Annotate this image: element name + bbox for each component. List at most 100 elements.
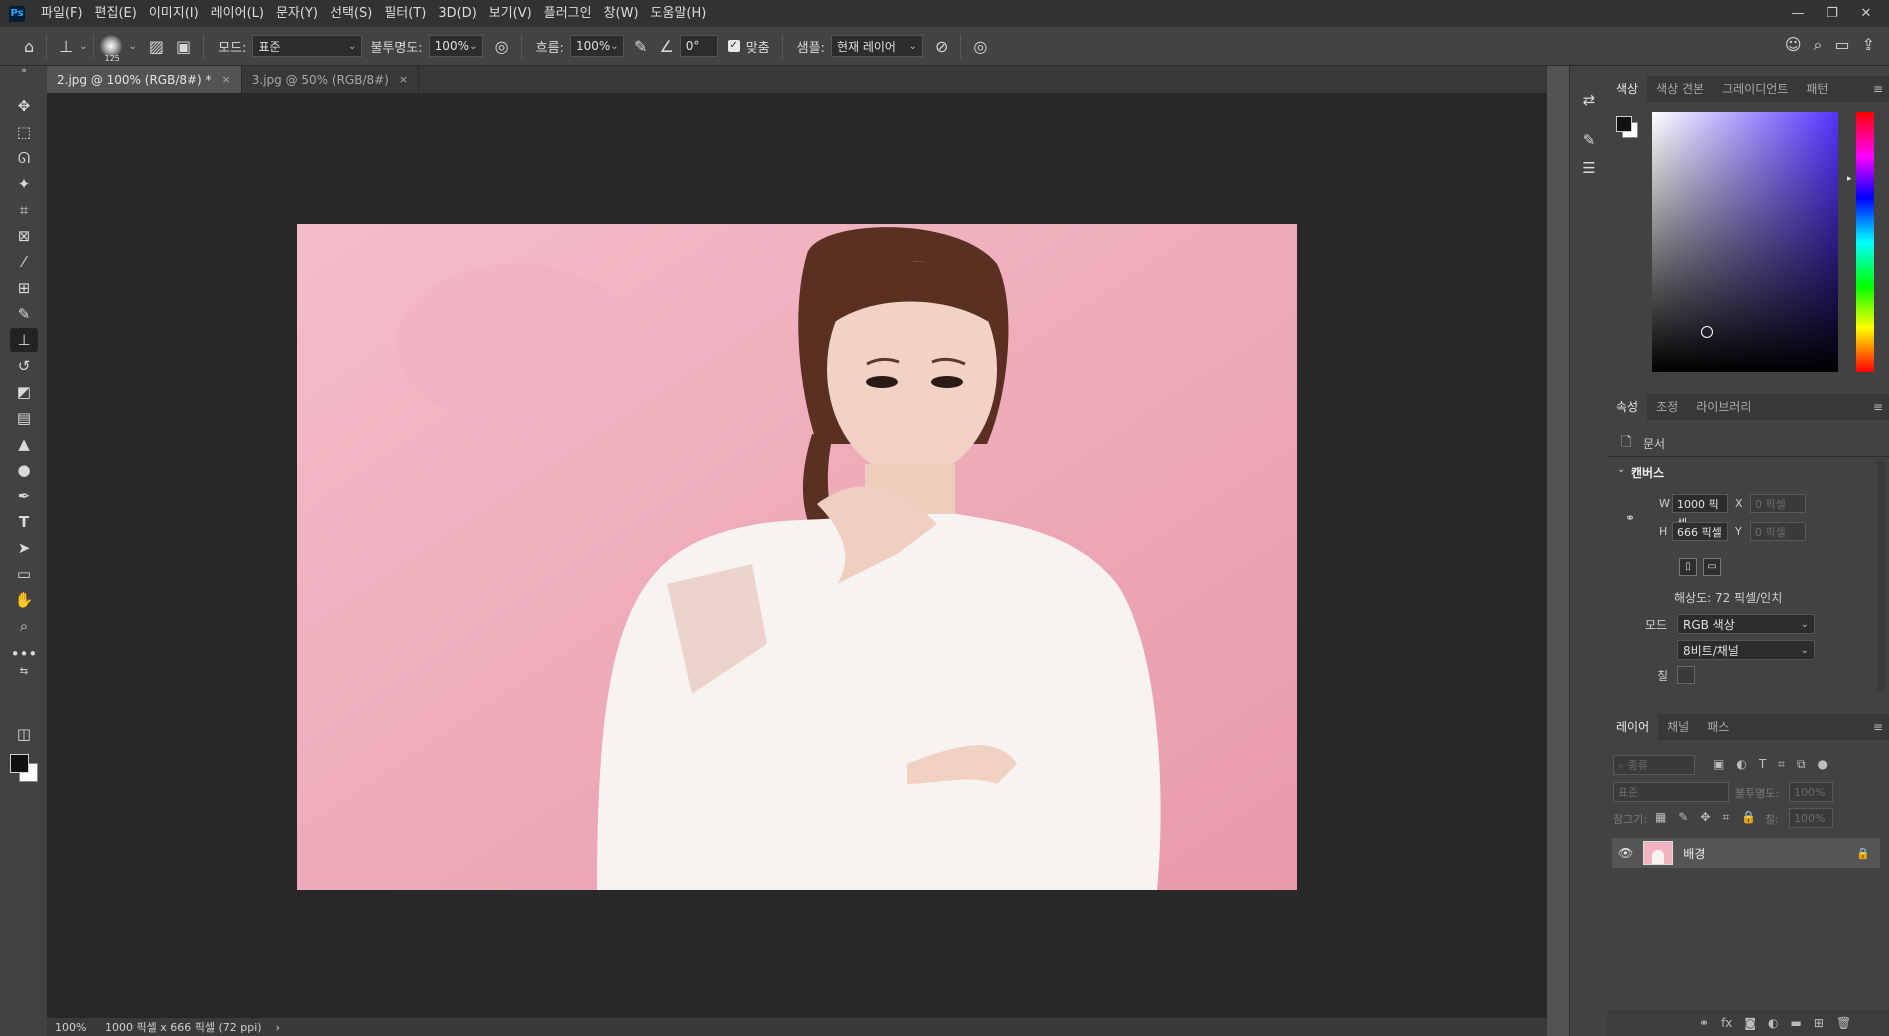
search-icon[interactable]: ⌕ [1814, 35, 1823, 55]
zoom-tool-icon[interactable]: ⌕ [10, 614, 38, 638]
layer-filter-select[interactable]: ⌕ 종류 [1613, 755, 1695, 775]
new-group-icon[interactable]: ▬ [1791, 1016, 1802, 1030]
bit-depth-select[interactable]: 8비트/채널 ⌄ [1677, 640, 1815, 660]
delete-layer-icon[interactable]: 🗑 [1836, 1016, 1851, 1030]
panel-menu-icon[interactable]: ≡ [1873, 720, 1883, 734]
blur-tool-icon[interactable]: ▲ [10, 432, 38, 456]
tab-2jpg[interactable]: 2.jpg @ 100% (RGB/8#) * × [47, 66, 242, 93]
y-field[interactable]: 0 픽셀 [1750, 522, 1806, 541]
panel-menu-icon[interactable]: ≡ [1873, 400, 1883, 414]
tab-channels[interactable]: 채널 [1658, 714, 1698, 740]
layer-opacity-field[interactable]: 100% [1789, 782, 1833, 802]
filter-shape-icon[interactable]: ⌗ [1778, 757, 1785, 772]
color-picker-field[interactable] [1652, 112, 1838, 372]
panel-menu-icon[interactable]: ≡ [1873, 82, 1883, 96]
lasso-tool-icon[interactable]: ᘏ [10, 146, 38, 170]
lock-pixels-icon[interactable]: ✎ [1678, 810, 1688, 825]
menu-image[interactable]: 이미지(I) [143, 0, 205, 27]
portrait-orientation-icon[interactable]: ▯ [1679, 558, 1697, 576]
hand-tool-icon[interactable]: ✋ [10, 588, 38, 612]
menu-file[interactable]: 파일(F) [35, 0, 89, 27]
color-panel-fg-swatch[interactable] [1616, 116, 1632, 132]
lock-all-icon[interactable]: 🔒 [1741, 810, 1756, 825]
brush-tool-icon[interactable]: ✎ [10, 302, 38, 326]
minimize-button[interactable]: — [1781, 0, 1815, 27]
x-field[interactable]: 0 픽셀 [1750, 494, 1806, 513]
tab-libraries[interactable]: 라이브러리 [1687, 394, 1760, 420]
height-field[interactable]: 666 픽셀 [1672, 522, 1728, 541]
dodge-tool-icon[interactable]: ● [10, 458, 38, 482]
tab-paths[interactable]: 패스 [1698, 714, 1738, 740]
pressure-size-icon[interactable]: ◎ [973, 37, 987, 56]
lock-position-icon[interactable]: ✥ [1700, 810, 1710, 825]
eraser-tool-icon[interactable]: ◩ [10, 380, 38, 404]
menu-type[interactable]: 문자(Y) [270, 0, 324, 27]
color-mode-select[interactable]: RGB 색상 ⌄ [1677, 614, 1815, 634]
more-tools-icon[interactable]: ••• [10, 642, 38, 666]
layer-fill-field[interactable]: 100% [1789, 808, 1833, 828]
sample-select[interactable]: 현재 레이어 ⌄ [830, 35, 923, 57]
menu-plugins[interactable]: 플러그인 [538, 0, 598, 27]
clone-source-icon[interactable]: ▣ [176, 37, 191, 56]
adjustment-layer-icon[interactable]: ◐ [1768, 1016, 1778, 1030]
link-layers-icon[interactable]: ⚭ [1699, 1016, 1709, 1030]
gradient-tool-icon[interactable]: ▤ [10, 406, 38, 430]
hue-slider-handle-icon[interactable]: ▸ [1847, 174, 1852, 184]
close-icon[interactable]: × [399, 73, 408, 86]
hue-slider[interactable] [1856, 112, 1874, 372]
fill-color-swatch[interactable] [1677, 666, 1695, 684]
menu-window[interactable]: 창(W) [598, 0, 645, 27]
collapse-arrows-icon[interactable]: » [10, 66, 38, 76]
brush-preview[interactable]: 125 [100, 35, 123, 63]
move-tool-icon[interactable]: ✥ [10, 94, 38, 118]
share-icon[interactable]: ⇪ [1862, 35, 1875, 55]
status-arrow-icon[interactable]: › [276, 1021, 280, 1034]
home-icon[interactable]: ⌂ [24, 37, 34, 56]
path-selection-tool-icon[interactable]: ➤ [10, 536, 38, 560]
new-layer-icon[interactable]: ⊞ [1814, 1016, 1824, 1030]
brush-settings-icon[interactable]: ▨ [149, 37, 164, 56]
tab-color[interactable]: 색상 [1607, 76, 1648, 102]
menu-layer[interactable]: 레이어(L) [205, 0, 270, 27]
quick-mask-icon[interactable]: ◫ [10, 722, 38, 746]
restore-button[interactable]: ❐ [1815, 0, 1849, 27]
document-canvas-image[interactable] [297, 224, 1297, 890]
crop-tool-icon[interactable]: ⌗ [10, 198, 38, 222]
tab-swatches[interactable]: 색상 견본 [1647, 76, 1713, 102]
color-picker-cursor[interactable] [1701, 326, 1713, 338]
layer-mask-icon[interactable]: ◙ [1744, 1016, 1756, 1030]
visibility-eye-icon[interactable]: 👁 [1618, 846, 1633, 860]
airbrush-icon[interactable]: ✎ [634, 37, 647, 56]
menu-filter[interactable]: 필터(T) [378, 0, 432, 27]
user-icon[interactable]: ☺ [1785, 35, 1802, 55]
clone-source-panel-icon[interactable]: ☰ [1575, 156, 1603, 180]
close-window-button[interactable]: ✕ [1849, 0, 1883, 27]
mode-select[interactable]: 표준 ⌄ [252, 35, 363, 57]
chevron-down-icon[interactable]: ⌄ [128, 41, 136, 52]
chevron-down-icon[interactable]: ⌄ [79, 41, 87, 52]
tab-layers[interactable]: 레이어 [1607, 714, 1659, 740]
width-field[interactable]: 1000 픽셀 [1672, 494, 1728, 530]
menu-help[interactable]: 도움말(H) [645, 0, 713, 27]
filter-pixel-icon[interactable]: ▣ [1713, 757, 1724, 772]
canvas-section-title[interactable]: 캔버스 [1631, 464, 1664, 481]
chevron-down-icon[interactable]: ⌄ [1617, 464, 1625, 475]
filter-adjustment-icon[interactable]: ◐ [1736, 757, 1746, 772]
layer-style-icon[interactable]: fx [1721, 1016, 1732, 1030]
pen-tool-icon[interactable]: ✒ [10, 484, 38, 508]
layer-name[interactable]: 배경 [1683, 845, 1705, 862]
history-icon[interactable]: ⇄ [1575, 88, 1603, 112]
tab-gradients[interactable]: 그레이디언트 [1713, 76, 1797, 102]
swap-colors-icon[interactable]: ⇆ [10, 664, 38, 678]
link-icon[interactable]: ⚭ [1625, 511, 1635, 525]
zoom-level[interactable]: 100% [55, 1021, 97, 1034]
clone-stamp-tool-icon[interactable]: ⊥ [10, 328, 38, 352]
menu-select[interactable]: 선택(S) [324, 0, 378, 27]
eyedropper-tool-icon[interactable]: ⁄ [10, 250, 38, 274]
filter-smart-object-icon[interactable]: ⧉ [1797, 757, 1806, 772]
history-brush-tool-icon[interactable]: ↺ [10, 354, 38, 378]
marquee-tool-icon[interactable]: ⬚ [10, 120, 38, 144]
clone-stamp-preset-icon[interactable]: ⊥ [59, 37, 73, 56]
landscape-orientation-icon[interactable]: ▭ [1703, 558, 1721, 576]
lock-transparency-icon[interactable]: ▦ [1655, 810, 1666, 825]
